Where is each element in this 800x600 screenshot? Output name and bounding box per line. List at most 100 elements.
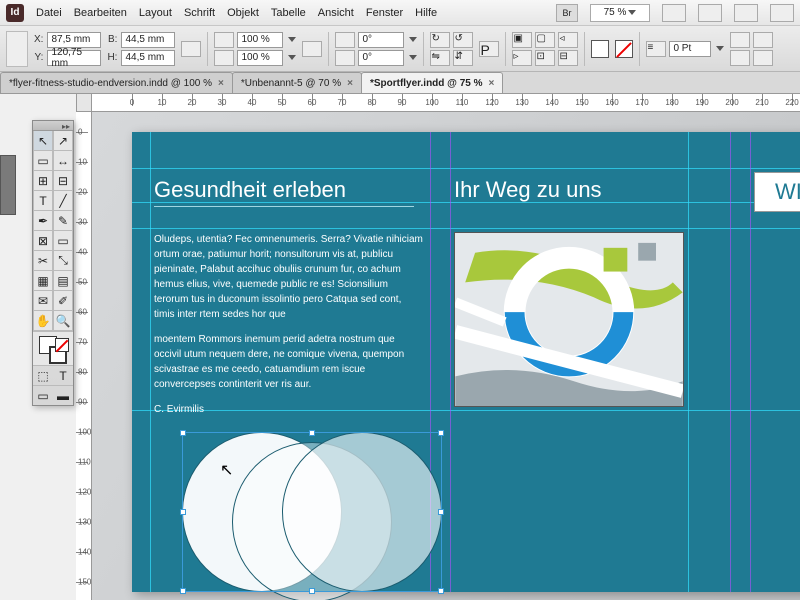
- heading-weg[interactable]: Ihr Weg zu uns: [454, 177, 602, 203]
- doc-tab-2[interactable]: *Sportflyer.indd @ 75 %×: [361, 72, 503, 93]
- chevron-down-icon[interactable]: [409, 37, 417, 42]
- constrain-scale-icon[interactable]: [302, 41, 322, 57]
- chevron-down-icon[interactable]: [716, 46, 724, 51]
- tool-line[interactable]: ╱: [53, 191, 73, 211]
- tool-type[interactable]: T: [33, 191, 53, 211]
- arrange-documents-button[interactable]: [734, 4, 758, 22]
- menu-datei[interactable]: Datei: [36, 7, 62, 19]
- fx-icon[interactable]: [730, 32, 750, 48]
- paragraph-style-icon[interactable]: P: [479, 41, 499, 57]
- rotate-field[interactable]: 0°: [358, 32, 404, 48]
- selection-handle[interactable]: [438, 430, 444, 436]
- fit-frame-icon[interactable]: ⊡: [535, 50, 555, 66]
- menu-hilfe[interactable]: Hilfe: [415, 7, 437, 19]
- body-text-frame[interactable]: Oludeps, utentia? Fec omnenumeris. Serra…: [154, 232, 424, 427]
- selection-handle[interactable]: [309, 588, 315, 594]
- tool-pen[interactable]: ✒: [33, 211, 53, 231]
- selection-handle[interactable]: [180, 430, 186, 436]
- menu-schrift[interactable]: Schrift: [184, 7, 215, 19]
- opacity-icon[interactable]: [753, 32, 773, 48]
- none-swatch-icon[interactable]: [55, 338, 69, 352]
- tool-rectangle-frame[interactable]: ⊠: [33, 231, 53, 251]
- column-guide[interactable]: [750, 132, 751, 592]
- apply-color-container-icon[interactable]: ⬚: [33, 366, 53, 385]
- map-image-frame[interactable]: [454, 232, 684, 407]
- fit-content-icon[interactable]: ⊟: [558, 50, 578, 66]
- tool-zoom[interactable]: 🔍: [53, 311, 73, 331]
- tool-scissors[interactable]: ✂: [33, 251, 53, 271]
- shear-field[interactable]: 0°: [358, 50, 404, 66]
- tool-note[interactable]: ✉: [33, 291, 53, 311]
- bridge-button[interactable]: Br: [556, 4, 578, 22]
- tool-content-collector[interactable]: ⊞: [33, 171, 53, 191]
- chevron-down-icon[interactable]: [288, 55, 296, 60]
- tool-selection[interactable]: ↖: [33, 131, 53, 151]
- menu-bearbeiten[interactable]: Bearbeiten: [74, 7, 127, 19]
- select-container-icon[interactable]: ▣: [512, 32, 532, 48]
- select-content-icon[interactable]: ▢: [535, 32, 555, 48]
- ruler-origin[interactable]: [76, 94, 92, 112]
- page[interactable]: Gesundheit erleben Ihr Weg zu uns WIR Ol…: [132, 132, 800, 592]
- close-icon[interactable]: ×: [489, 78, 495, 89]
- menu-objekt[interactable]: Objekt: [227, 7, 259, 19]
- guide-vertical[interactable]: [150, 132, 151, 592]
- vertical-ruler[interactable]: 0102030405060708090100110120130140150: [76, 112, 92, 600]
- selection-handle[interactable]: [180, 509, 186, 515]
- tool-rectangle[interactable]: ▭: [53, 231, 73, 251]
- selection-handle[interactable]: [309, 430, 315, 436]
- normal-view-icon[interactable]: ▭: [33, 386, 53, 405]
- tool-free-transform[interactable]: ⤡: [53, 251, 73, 271]
- guide-vertical[interactable]: [688, 132, 689, 592]
- doc-tab-0[interactable]: *flyer-fitness-studio-endversion.indd @ …: [0, 72, 233, 93]
- tool-direct-select[interactable]: ↗: [53, 131, 73, 151]
- tool-content-placer[interactable]: ⊟: [53, 171, 73, 191]
- heading-wir[interactable]: WIR: [754, 172, 800, 212]
- w-field[interactable]: 44,5 mm: [121, 32, 175, 48]
- select-prev-icon[interactable]: ◃: [558, 32, 578, 48]
- scale-x-field[interactable]: 100 %: [237, 32, 283, 48]
- selection-handle[interactable]: [438, 588, 444, 594]
- fill-swatch[interactable]: [591, 40, 609, 58]
- menu-tabelle[interactable]: Tabelle: [271, 7, 306, 19]
- selection-handle[interactable]: [438, 509, 444, 515]
- horizontal-ruler[interactable]: 0102030405060708090100110120130140150160…: [92, 94, 800, 112]
- h-field[interactable]: 44,5 mm: [121, 50, 175, 66]
- select-next-icon[interactable]: ▹: [512, 50, 532, 66]
- column-guide[interactable]: [450, 132, 451, 592]
- tool-eyedropper[interactable]: ✐: [53, 291, 73, 311]
- workspace-switcher[interactable]: [770, 4, 794, 22]
- scale-y-field[interactable]: 100 %: [237, 50, 283, 66]
- rotate-ccw-icon[interactable]: ↺: [453, 32, 473, 48]
- chevron-down-icon[interactable]: [288, 37, 296, 42]
- y-field[interactable]: 120,75 mm: [47, 50, 101, 66]
- drop-shadow-icon[interactable]: [730, 50, 750, 66]
- fill-stroke-proxy[interactable]: [33, 331, 73, 365]
- reference-point-proxy[interactable]: [6, 31, 28, 67]
- panel-grip[interactable]: ▸▸: [33, 121, 73, 131]
- zoom-level-field[interactable]: 75 %: [590, 4, 650, 22]
- tool-gradient-feather[interactable]: ▤: [53, 271, 73, 291]
- guide-horizontal[interactable]: [132, 168, 800, 169]
- stroke-swatch[interactable]: [615, 40, 633, 58]
- tool-gradient-swatch[interactable]: ▦: [33, 271, 53, 291]
- preview-view-icon[interactable]: ▬: [53, 386, 73, 405]
- screen-mode-button[interactable]: [698, 4, 722, 22]
- chevron-down-icon[interactable]: [409, 55, 417, 60]
- menu-fenster[interactable]: Fenster: [366, 7, 403, 19]
- collapse-icon[interactable]: ▸▸: [62, 122, 70, 131]
- document-viewport[interactable]: Gesundheit erleben Ihr Weg zu uns WIR Ol…: [92, 112, 800, 600]
- tool-gap[interactable]: ↔: [53, 151, 73, 171]
- rotate-cw-icon[interactable]: ↻: [430, 32, 450, 48]
- tool-pencil[interactable]: ✎: [53, 211, 73, 231]
- tool-page[interactable]: ▭: [33, 151, 53, 171]
- heading-gesundheit[interactable]: Gesundheit erleben: [154, 177, 414, 207]
- flip-v-icon[interactable]: ⇵: [453, 50, 473, 66]
- selection-bounding-box[interactable]: [182, 432, 442, 592]
- guide-horizontal[interactable]: [132, 228, 800, 229]
- stroke-weight-field[interactable]: 0 Pt: [669, 41, 711, 57]
- column-guide[interactable]: [730, 132, 731, 592]
- constrain-wh-icon[interactable]: [181, 41, 201, 57]
- collapsed-panel-tab[interactable]: [0, 155, 16, 215]
- tools-panel[interactable]: ▸▸ ↖↗▭↔⊞⊟T╱✒✎⊠▭✂⤡▦▤✉✐✋🔍 ⬚ T ▭ ▬: [32, 120, 74, 406]
- close-icon[interactable]: ×: [218, 78, 224, 89]
